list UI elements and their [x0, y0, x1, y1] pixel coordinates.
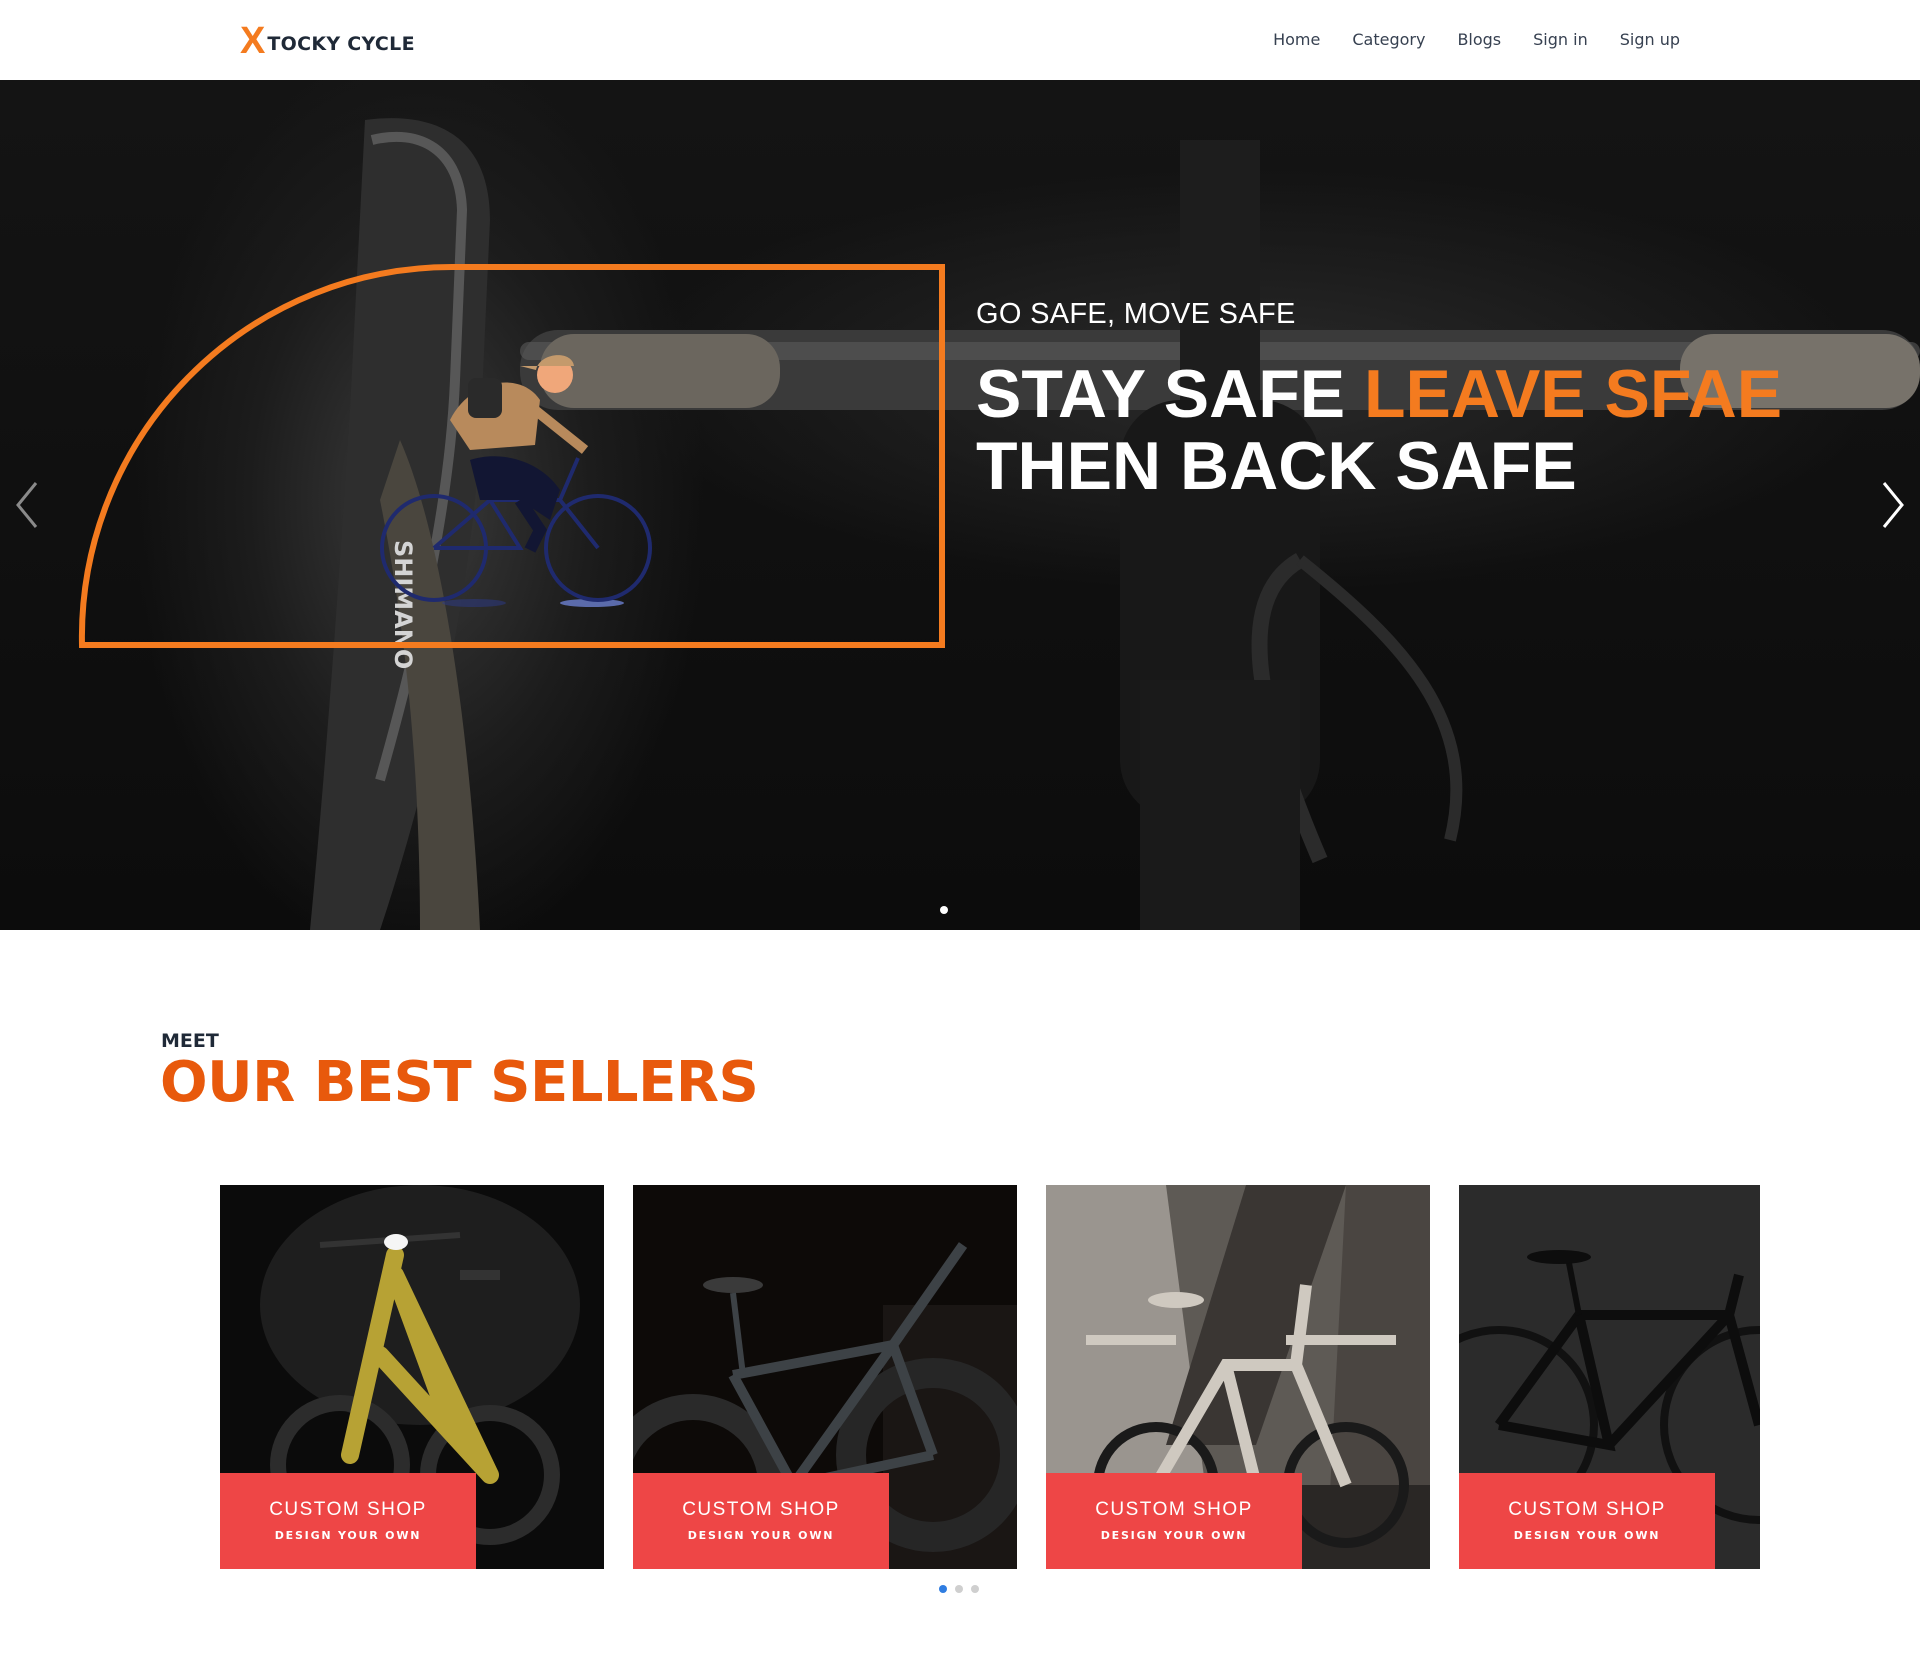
product-card-label[interactable]: CUSTOM SHOP DESIGN YOUR OWN [220, 1473, 476, 1569]
product-card[interactable]: CUSTOM SHOP DESIGN YOUR OWN [1459, 1185, 1760, 1569]
hero-title: STAY SAFE LEAVE SFAE THEN BACK SAFE [976, 358, 1782, 502]
product-card-label[interactable]: CUSTOM SHOP DESIGN YOUR OWN [633, 1473, 889, 1569]
nav-link-home[interactable]: Home [1273, 30, 1320, 49]
carousel-prev-button[interactable] [6, 475, 46, 535]
product-card-title: CUSTOM SHOP [1095, 1499, 1253, 1520]
hero-title-line1-white: STAY SAFE [976, 356, 1364, 432]
chevron-left-icon [16, 482, 38, 528]
pagination-dot-2[interactable] [955, 1585, 963, 1593]
hero-title-line2: THEN BACK SAFE [976, 428, 1577, 504]
product-card-label[interactable]: CUSTOM SHOP DESIGN YOUR OWN [1459, 1473, 1715, 1569]
hero-subtitle: GO SAFE, MOVE SAFE [976, 298, 1296, 330]
nav-links: Home Category Blogs Sign in Sign up [1273, 30, 1680, 49]
brand-logo-text: TOCKY CYCLE [267, 33, 415, 55]
best-sellers-pagination [939, 1585, 979, 1593]
product-card-title: CUSTOM SHOP [1508, 1499, 1666, 1520]
product-card[interactable]: CUSTOM SHOP DESIGN YOUR OWN [220, 1185, 604, 1569]
nav-link-sign-up[interactable]: Sign up [1620, 30, 1680, 49]
pagination-dot-3[interactable] [971, 1585, 979, 1593]
hero-carousel: SHIMANO GO SAFE, MOVE SAFE STAY SAFE LEA… [0, 80, 1920, 930]
carousel-indicator-1[interactable] [940, 906, 948, 914]
product-card-title: CUSTOM SHOP [269, 1499, 427, 1520]
section-eyebrow: MEET [161, 1030, 219, 1052]
nav-link-sign-in[interactable]: Sign in [1533, 30, 1588, 49]
product-card-subtitle: DESIGN YOUR OWN [687, 1529, 835, 1542]
chevron-right-icon [1882, 482, 1904, 528]
product-card[interactable]: CUSTOM SHOP DESIGN YOUR OWN [1046, 1185, 1430, 1569]
hero-orange-frame [78, 264, 945, 648]
pagination-dot-1[interactable] [939, 1585, 947, 1593]
product-card-subtitle: DESIGN YOUR OWN [274, 1529, 422, 1542]
section-title: OUR BEST SELLERS [160, 1050, 759, 1115]
product-card-label[interactable]: CUSTOM SHOP DESIGN YOUR OWN [1046, 1473, 1302, 1569]
navbar: X TOCKY CYCLE Home Category Blogs Sign i… [0, 0, 1920, 80]
product-card[interactable]: CUSTOM SHOP DESIGN YOUR OWN [633, 1185, 1017, 1569]
nav-link-blogs[interactable]: Blogs [1457, 30, 1501, 49]
brand-logo[interactable]: X TOCKY CYCLE [240, 22, 415, 60]
product-card-subtitle: DESIGN YOUR OWN [1100, 1529, 1248, 1542]
carousel-next-button[interactable] [1874, 475, 1914, 535]
nav-link-category[interactable]: Category [1352, 30, 1425, 49]
brand-logo-x: X [240, 20, 266, 62]
hero-title-line1-orange: LEAVE SFAE [1363, 356, 1783, 432]
best-sellers-carousel: CUSTOM SHOP DESIGN YOUR OWN CUSTOM SHOP … [220, 1185, 1760, 1569]
product-card-subtitle: DESIGN YOUR OWN [1513, 1529, 1661, 1542]
product-card-title: CUSTOM SHOP [682, 1499, 840, 1520]
cyclist-illustration [380, 355, 652, 607]
